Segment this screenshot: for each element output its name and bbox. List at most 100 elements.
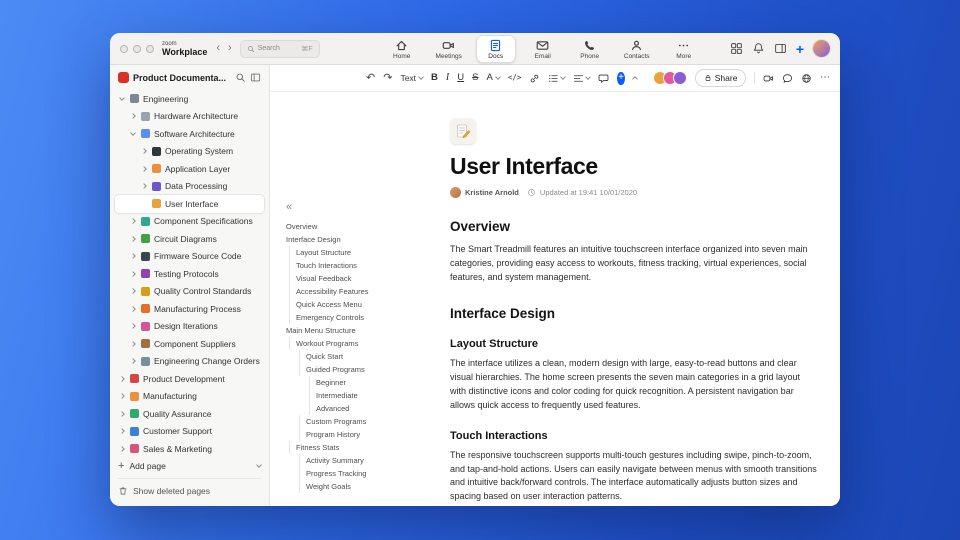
link-button[interactable]: [529, 73, 540, 84]
apps-grid-icon[interactable]: [730, 42, 743, 55]
chevron-right-icon[interactable]: [118, 375, 126, 382]
chevron-right-icon[interactable]: [118, 445, 126, 452]
bold-button[interactable]: B: [431, 73, 438, 83]
chevron-right-icon[interactable]: [118, 393, 126, 400]
more-options-button[interactable]: ⋯: [820, 73, 830, 83]
sidebar-item-operating-system[interactable]: Operating System: [115, 143, 264, 161]
outline-item-workout-programs[interactable]: Workout Programs: [286, 337, 438, 350]
new-item-plus-button[interactable]: +: [796, 42, 804, 56]
tab-email[interactable]: Email: [523, 35, 563, 63]
sidebar-item-component-suppliers[interactable]: Component Suppliers: [115, 335, 264, 353]
tab-docs[interactable]: Docs: [475, 34, 516, 63]
chevron-right-icon[interactable]: [129, 235, 137, 242]
side-panel-icon[interactable]: [774, 42, 787, 55]
chevron-right-icon[interactable]: [129, 218, 137, 225]
sidebar-item-engineering-change-orders[interactable]: Engineering Change Orders: [115, 353, 264, 371]
outline-item-custom-programs[interactable]: Custom Programs: [286, 415, 438, 428]
tab-more[interactable]: More: [664, 35, 704, 63]
sidebar-item-user-interface[interactable]: User Interface: [115, 195, 264, 213]
chevron-down-icon[interactable]: [118, 94, 126, 101]
collaborator-avatar[interactable]: [672, 71, 687, 85]
sidebar-item-circuit-diagrams[interactable]: Circuit Diagrams: [115, 230, 264, 248]
back-button[interactable]: ‹: [216, 43, 220, 54]
outline-item-accessibility-features[interactable]: Accessibility Features: [286, 285, 438, 298]
chevron-right-icon[interactable]: [129, 113, 137, 120]
user-avatar[interactable]: [813, 40, 830, 57]
chevron-right-icon[interactable]: [140, 148, 148, 155]
outline-item-progress-tracking[interactable]: Progress Tracking: [286, 467, 438, 480]
outline-collapse-button[interactable]: «: [286, 202, 438, 213]
show-deleted-pages-button[interactable]: Show deleted pages: [118, 478, 261, 498]
outline-item-interface-design[interactable]: Interface Design: [286, 233, 438, 246]
sidebar-item-product-development[interactable]: Product Development: [115, 370, 264, 388]
collapse-toolbar-button[interactable]: [631, 75, 638, 82]
sidebar-search-icon[interactable]: [235, 72, 246, 83]
outline-item-quick-start[interactable]: Quick Start: [286, 350, 438, 363]
document-memo-icon[interactable]: [450, 118, 476, 144]
sidebar-item-testing-protocols[interactable]: Testing Protocols: [115, 265, 264, 283]
chevron-right-icon[interactable]: [129, 270, 137, 277]
minimize-window-button[interactable]: [133, 44, 141, 53]
insert-block-button[interactable]: +: [617, 71, 625, 85]
chat-button[interactable]: [782, 73, 793, 84]
undo-button[interactable]: ↶: [366, 72, 375, 84]
chevron-down-icon[interactable]: [256, 462, 262, 468]
outline-item-visual-feedback[interactable]: Visual Feedback: [286, 272, 438, 285]
outline-item-beginner[interactable]: Beginner: [286, 376, 438, 389]
chevron-right-icon[interactable]: [129, 340, 137, 347]
outline-item-main-menu-structure[interactable]: Main Menu Structure: [286, 324, 438, 337]
outline-item-fitness-stats[interactable]: Fitness Stats: [286, 441, 438, 454]
sidebar-item-engineering[interactable]: Engineering: [115, 90, 264, 108]
chevron-right-icon[interactable]: [140, 165, 148, 172]
italic-button[interactable]: I: [446, 73, 449, 83]
tab-phone[interactable]: Phone: [570, 35, 610, 63]
chevron-right-icon[interactable]: [129, 253, 137, 260]
sidebar-item-manufacturing[interactable]: Manufacturing: [115, 388, 264, 406]
chevron-right-icon[interactable]: [118, 410, 126, 417]
sidebar-item-quality-assurance[interactable]: Quality Assurance: [115, 405, 264, 423]
sidebar-collapse-icon[interactable]: [250, 72, 261, 83]
tab-home[interactable]: Home: [382, 35, 422, 63]
outline-item-touch-interactions[interactable]: Touch Interactions: [286, 259, 438, 272]
chevron-right-icon[interactable]: [140, 183, 148, 190]
video-call-button[interactable]: [763, 73, 774, 84]
outline-item-activity-summary[interactable]: Activity Summary: [286, 454, 438, 467]
outline-item-quick-access-menu[interactable]: Quick Access Menu: [286, 298, 438, 311]
code-button[interactable]: </>: [508, 74, 522, 82]
sidebar-item-customer-support[interactable]: Customer Support: [115, 423, 264, 441]
align-button[interactable]: [573, 73, 592, 84]
chevron-right-icon[interactable]: [118, 428, 126, 435]
outline-item-emergency-controls[interactable]: Emergency Controls: [286, 311, 438, 324]
chevron-right-icon[interactable]: [129, 305, 137, 312]
tab-contacts[interactable]: Contacts: [617, 35, 657, 63]
fullscreen-window-button[interactable]: [146, 44, 154, 53]
outline-item-advanced[interactable]: Advanced: [286, 402, 438, 415]
sidebar-item-data-processing[interactable]: Data Processing: [115, 178, 264, 196]
list-button[interactable]: [548, 73, 567, 84]
workspace-title[interactable]: Product Documenta...: [133, 73, 231, 83]
outline-item-weight-goals[interactable]: Weight Goals: [286, 480, 438, 493]
outline-item-layout-structure[interactable]: Layout Structure: [286, 246, 438, 259]
close-window-button[interactable]: [120, 44, 128, 53]
sidebar-item-application-layer[interactable]: Application Layer: [115, 160, 264, 178]
sidebar-item-quality-control-standards[interactable]: Quality Control Standards: [115, 283, 264, 301]
text-color-button[interactable]: A: [486, 73, 501, 83]
comment-button[interactable]: [598, 73, 609, 84]
chevron-right-icon[interactable]: [129, 288, 137, 295]
outline-item-intermediate[interactable]: Intermediate: [286, 389, 438, 402]
forward-button[interactable]: ›: [228, 43, 232, 54]
tab-meetings[interactable]: Meetings: [429, 35, 469, 63]
redo-button[interactable]: ↷: [383, 72, 392, 84]
share-button[interactable]: Share: [694, 69, 747, 87]
sidebar-item-component-specifications[interactable]: Component Specifications: [115, 213, 264, 231]
global-search-input[interactable]: Search ⌘F: [239, 39, 320, 58]
chevron-down-icon[interactable]: [129, 129, 137, 136]
sidebar-item-sales-marketing[interactable]: Sales & Marketing: [115, 440, 264, 455]
text-style-dropdown[interactable]: Text: [400, 74, 424, 83]
outline-item-guided-programs[interactable]: Guided Programs: [286, 363, 438, 376]
globe-button[interactable]: [801, 73, 812, 84]
chevron-right-icon[interactable]: [129, 323, 137, 330]
sidebar-item-software-architecture[interactable]: Software Architecture: [115, 125, 264, 143]
outline-item-overview[interactable]: Overview: [286, 220, 438, 233]
sidebar-item-design-iterations[interactable]: Design Iterations: [115, 318, 264, 336]
